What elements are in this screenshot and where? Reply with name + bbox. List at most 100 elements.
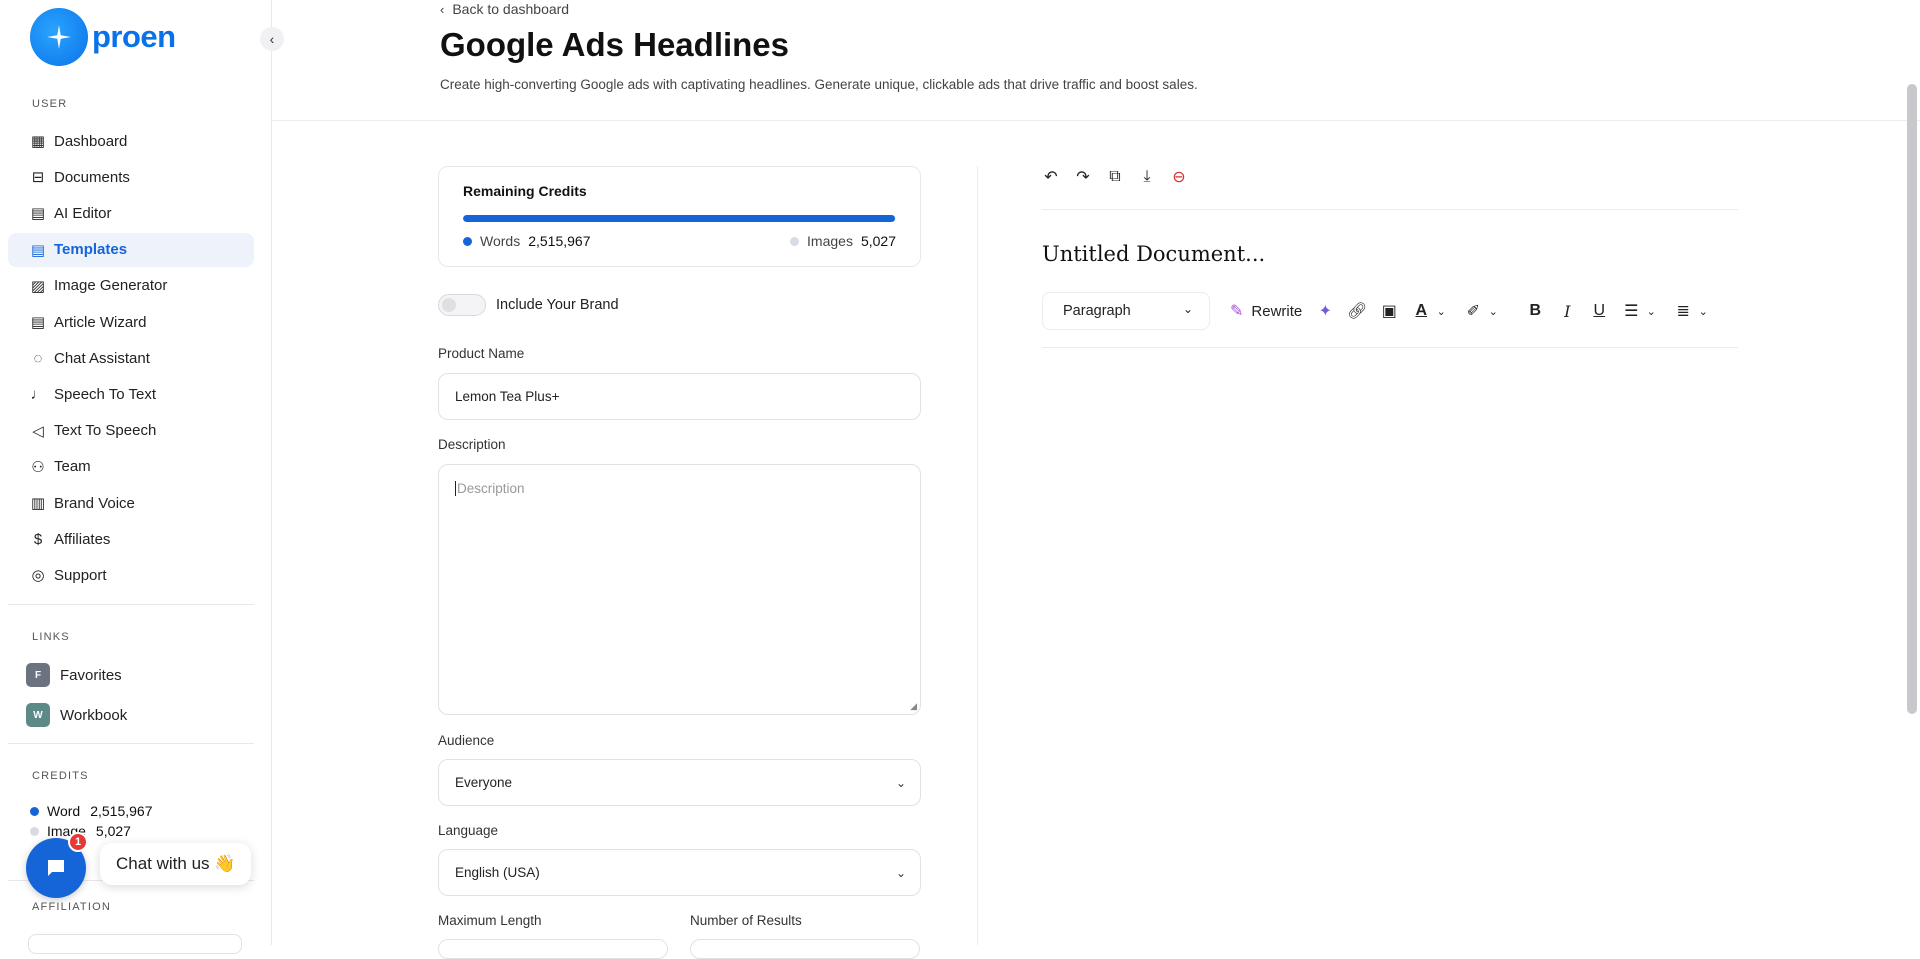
images-value: 5,027: [860, 233, 896, 249]
undo-icon[interactable]: ↶: [1042, 168, 1060, 186]
word-credits-label: Word: [47, 803, 81, 819]
link-workbook[interactable]: W Workbook: [26, 703, 127, 727]
number-of-results-input[interactable]: [690, 939, 920, 959]
sidebar-divider: [8, 743, 254, 744]
copy-icon[interactable]: ⧉: [1106, 168, 1124, 186]
sidebar-item-dashboard[interactable]: ▦ Dashboard: [8, 124, 254, 158]
chevron-down-icon[interactable]: ⌄: [1484, 302, 1502, 320]
panel-divider: [977, 166, 978, 945]
document-title[interactable]: Untitled Document...: [1042, 242, 1265, 266]
sidebar-item-ai-editor[interactable]: ▤ AI Editor: [8, 196, 254, 230]
product-name-label: Product Name: [438, 346, 525, 361]
chat-notification-badge: 1: [68, 832, 88, 852]
words-dot: [463, 236, 472, 246]
image-credits-value: 5,027: [95, 823, 131, 839]
archive-icon: ⊟: [31, 169, 45, 187]
max-length-input[interactable]: [438, 939, 668, 959]
page-title: Google Ads Headlines: [440, 26, 790, 63]
message-icon: ◌: [33, 349, 43, 367]
sidebar-item-label: Affiliates: [54, 530, 111, 548]
rewrite-label: Rewrite: [1251, 302, 1303, 320]
chevron-down-icon[interactable]: ⌄: [1432, 302, 1450, 320]
brand-icon: ▥: [30, 495, 46, 512]
sidebar-item-label: Article Wizard: [54, 313, 147, 331]
rewrite-button[interactable]: ✎ Rewrite: [1230, 301, 1302, 321]
link-favorites[interactable]: F Favorites: [26, 663, 122, 687]
paragraph-style-select[interactable]: Paragraph ⌄: [1042, 292, 1210, 330]
resize-handle-icon[interactable]: ◢: [910, 701, 917, 712]
credits-progress-bar: [463, 215, 896, 222]
audience-label: Audience: [438, 733, 495, 748]
bold-icon[interactable]: B: [1526, 302, 1544, 320]
speaker-icon: ◁: [32, 422, 44, 440]
sidebar-divider: [8, 604, 254, 605]
sidebar-item-speech-to-text[interactable]: ♩ Speech To Text: [8, 377, 254, 411]
bullet-list-icon[interactable]: ☰: [1622, 302, 1640, 320]
sidebar-item-brand-voice[interactable]: ▥ Brand Voice: [8, 486, 254, 520]
sidebar-item-templates[interactable]: ▤ Templates: [8, 232, 254, 267]
delete-icon[interactable]: ⊖: [1170, 168, 1188, 186]
page-description: Create high-converting Google ads with c…: [440, 77, 1198, 92]
underline-icon[interactable]: U: [1590, 302, 1608, 320]
logo[interactable]: proen: [30, 8, 176, 66]
sidebar-item-documents[interactable]: ⊟ Documents: [8, 160, 254, 194]
include-brand-toggle[interactable]: [438, 294, 486, 316]
toggle-knob: [442, 298, 456, 312]
page-scrollbar[interactable]: [1907, 84, 1917, 714]
sidebar-item-image-generator[interactable]: ▨ Image Generator: [8, 269, 254, 303]
sidebar-item-label: Support: [54, 566, 107, 584]
user-section-label: USER: [32, 98, 68, 110]
download-icon[interactable]: ⤓: [1138, 168, 1156, 186]
audience-select[interactable]: Everyone ⌄: [438, 759, 921, 806]
sidebar-item-label: Text To Speech: [54, 422, 157, 440]
credits-progress-fill: [463, 215, 896, 222]
language-value: English (USA): [455, 865, 540, 880]
file-text-icon: ▤: [30, 241, 46, 259]
text-color-icon[interactable]: A: [1412, 302, 1430, 320]
sidebar-item-label: Chat Assistant: [54, 349, 150, 367]
numbered-list-icon[interactable]: ≣: [1674, 302, 1692, 320]
sidebar-item-chat-assistant[interactable]: ◌ Chat Assistant: [8, 341, 254, 375]
chevron-down-icon[interactable]: ⌄: [1694, 302, 1712, 320]
back-to-dashboard-link[interactable]: ‹ Back to dashboard: [440, 1, 569, 17]
sidebar-item-label: Speech To Text: [54, 385, 157, 403]
highlight-icon[interactable]: ✐: [1464, 302, 1482, 320]
italic-icon[interactable]: I: [1558, 302, 1576, 321]
word-credits-value: 2,515,967: [90, 803, 153, 819]
image-icon: ▨: [30, 277, 46, 295]
description-label: Description: [438, 437, 506, 452]
sidebar-item-label: Brand Voice: [54, 494, 135, 512]
word-dot: [30, 806, 39, 816]
credits-section-label: CREDITS: [32, 770, 89, 782]
workbook-badge: W: [26, 703, 50, 727]
dollar-icon: $: [33, 530, 43, 548]
ai-sparkle-icon[interactable]: ✦: [1316, 302, 1334, 320]
format-icons: ✦ 🔗︎ ▣ A ⌄ ✐ ⌄ B I U ☰ ⌄ ≣ ⌄: [1316, 302, 1712, 321]
images-dot: [790, 236, 800, 246]
description-textarea[interactable]: Description ◢: [438, 464, 921, 715]
language-select[interactable]: English (USA) ⌄: [438, 849, 921, 896]
chat-icon: [48, 860, 64, 876]
chevron-down-icon[interactable]: ⌄: [1642, 302, 1660, 320]
sidebar-item-affiliates[interactable]: $ Affiliates: [8, 522, 254, 556]
microphone-icon: ♩: [30, 385, 46, 403]
chat-bubble[interactable]: Chat with us 👋: [100, 843, 252, 885]
sidebar-item-label: Dashboard: [54, 132, 128, 150]
sidebar-item-team[interactable]: ⚇ Team: [8, 450, 254, 484]
sidebar-item-text-to-speech[interactable]: ◁ Text To Speech: [8, 414, 254, 448]
sidebar-item-label: Templates: [54, 241, 128, 259]
word-credits: Word 2,515,967: [30, 803, 153, 819]
include-brand-toggle-row: Include Your Brand: [438, 294, 619, 316]
link-icon[interactable]: 🔗︎: [1347, 302, 1367, 320]
sidebar-item-support[interactable]: ◎ Support: [8, 558, 254, 592]
redo-icon[interactable]: ↷: [1074, 168, 1092, 186]
sparkle-logo-icon: [30, 8, 88, 66]
sidebar-item-article-wizard[interactable]: ▤ Article Wizard: [8, 305, 254, 339]
product-name-input[interactable]: Lemon Tea Plus+: [438, 373, 921, 420]
affiliation-card: [28, 934, 242, 954]
editor-separator: [1042, 347, 1738, 348]
image-icon[interactable]: ▣: [1380, 302, 1398, 320]
formatting-toolbar: Paragraph ⌄ ✎ Rewrite ✦ 🔗︎ ▣ A ⌄ ✐ ⌄ B I…: [1042, 292, 1712, 330]
user-plus-icon: ⚇: [31, 458, 45, 476]
chevron-down-icon: ⌄: [1182, 302, 1193, 316]
